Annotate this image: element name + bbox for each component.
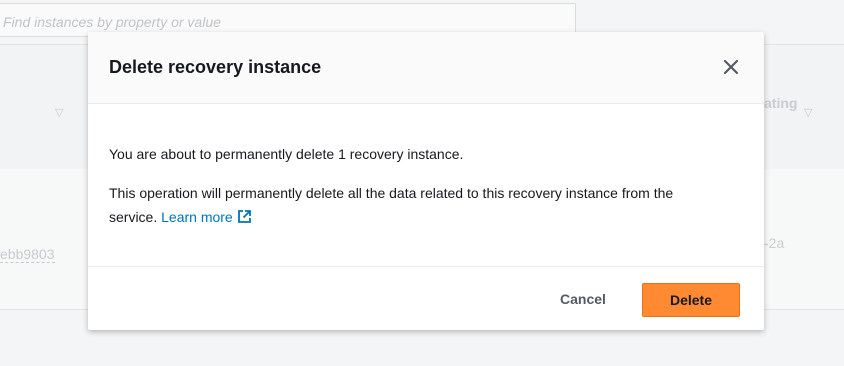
column-header-partial: ating xyxy=(764,95,798,111)
close-button[interactable] xyxy=(720,56,742,78)
delete-button[interactable]: Delete xyxy=(642,283,740,317)
sort-icon[interactable]: ▽ xyxy=(55,106,63,119)
dialog-footer: Cancel Delete xyxy=(88,267,764,330)
external-link-icon xyxy=(237,210,251,223)
delete-dialog: Delete recovery instance You are about t… xyxy=(88,32,764,330)
availability-zone-cell: -2a xyxy=(764,235,785,251)
cancel-button[interactable]: Cancel xyxy=(543,283,623,315)
search-placeholder: Find instances by property or value xyxy=(3,14,221,30)
warning-text: This operation will permanently delete a… xyxy=(109,181,709,229)
learn-more-label: Learn more xyxy=(161,209,233,225)
close-icon xyxy=(723,59,739,75)
confirmation-text: You are about to permanently delete 1 re… xyxy=(109,146,464,162)
dialog-header: Delete recovery instance xyxy=(88,32,764,104)
dialog-title: Delete recovery instance xyxy=(109,57,322,77)
learn-more-link[interactable]: Learn more xyxy=(161,209,252,225)
sort-icon[interactable]: ▽ xyxy=(804,106,812,119)
dialog-body: You are about to permanently delete 1 re… xyxy=(88,104,764,267)
instance-id-link[interactable]: ebb9803 xyxy=(0,246,55,263)
